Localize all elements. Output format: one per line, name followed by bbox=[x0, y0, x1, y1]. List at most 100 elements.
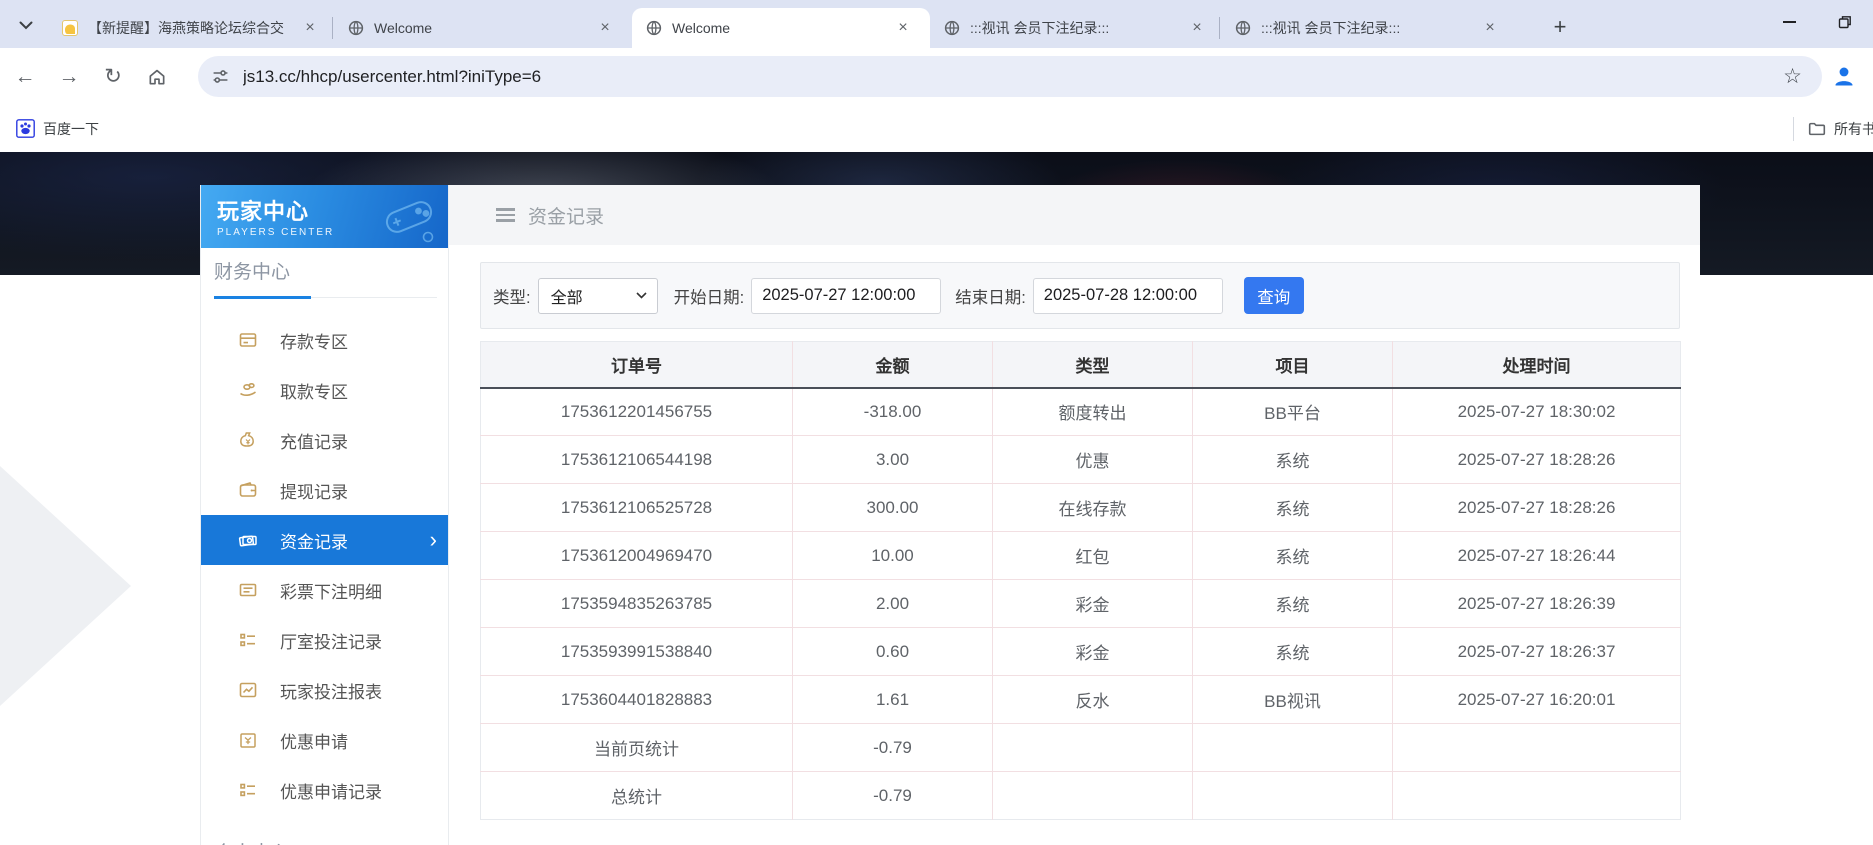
sidebar-item-promo-apply-records[interactable]: 优惠申请记录 bbox=[201, 765, 448, 815]
search-button[interactable]: 查询 bbox=[1243, 277, 1304, 314]
tab-forum[interactable]: 【新提醒】海燕策略论坛综合交 × bbox=[48, 8, 331, 48]
cell-order-no: 1753604401828883 bbox=[480, 675, 793, 724]
site-info-icon[interactable] bbox=[212, 68, 229, 85]
baidu-favicon-icon bbox=[16, 119, 35, 138]
bookmark-label: 百度一下 bbox=[43, 120, 99, 137]
background-watermark bbox=[0, 466, 131, 706]
webpage: 玩家中心 PLAYERS CENTER 财务中心 存款专区 取款专区 充值记录 … bbox=[0, 152, 1873, 845]
globe-favicon-icon bbox=[1235, 20, 1251, 36]
all-bookmarks-button[interactable]: 所有书签 bbox=[1808, 119, 1873, 139]
cell-amount: -0.79 bbox=[792, 771, 993, 820]
restore-button[interactable] bbox=[1817, 0, 1873, 44]
cell-project: BB平台 bbox=[1192, 387, 1393, 436]
page-title: 资金记录 bbox=[528, 206, 605, 228]
column-header: 订单号 bbox=[480, 341, 793, 389]
cell-project: 系统 bbox=[1192, 627, 1393, 676]
tab-welcome-1[interactable]: Welcome × bbox=[334, 8, 632, 48]
cell-order-no: 1753594835263785 bbox=[480, 579, 793, 628]
cell-order-no: 1753612106525728 bbox=[480, 483, 793, 532]
filter-bar: 类型: 全部 开始日期: 结束日期: 查询 bbox=[480, 262, 1680, 329]
tab-search-button[interactable] bbox=[10, 9, 42, 41]
tab-betting-records-1[interactable]: :::视讯 会员下注纪录::: × bbox=[930, 8, 1218, 48]
cell-time bbox=[1392, 723, 1681, 772]
minimize-button[interactable] bbox=[1761, 0, 1817, 44]
sidebar-item-label: 彩票下注明细 bbox=[280, 582, 382, 602]
column-header: 类型 bbox=[992, 341, 1193, 389]
home-icon bbox=[147, 67, 167, 87]
cell-time: 2025-07-27 18:26:44 bbox=[1392, 531, 1681, 580]
section-personal-title: 个人中心 bbox=[214, 829, 437, 845]
chevron-down-icon bbox=[636, 292, 647, 299]
home-button[interactable] bbox=[138, 58, 176, 96]
cell-time: 2025-07-27 18:28:26 bbox=[1392, 435, 1681, 484]
browser-toolbar: ← → ↻ js13.cc/hhcp/usercenter.html?iniTy… bbox=[0, 48, 1873, 105]
cell-type: 优惠 bbox=[992, 435, 1193, 484]
cell-order-no: 当前页统计 bbox=[480, 723, 793, 772]
type-label: 类型: bbox=[493, 288, 531, 307]
profile-button[interactable] bbox=[1825, 57, 1863, 95]
hamburger-icon[interactable] bbox=[496, 208, 515, 222]
sidebar-item-fund-records[interactable]: 资金记录 › bbox=[201, 515, 448, 565]
cell-time: 2025-07-27 18:26:37 bbox=[1392, 627, 1681, 676]
sidebar-item-label: 玩家投注报表 bbox=[280, 682, 382, 702]
cell-amount: 1.61 bbox=[792, 675, 993, 724]
sidebar-item-label: 提现记录 bbox=[280, 482, 348, 502]
back-button[interactable]: ← bbox=[6, 58, 44, 96]
sidebar-item-label: 取款专区 bbox=[280, 382, 348, 402]
sidebar-item-hall-bet-records[interactable]: 厅室投注记录 bbox=[201, 615, 448, 665]
close-icon[interactable]: × bbox=[892, 17, 914, 39]
end-date-input[interactable] bbox=[1032, 277, 1223, 314]
sidebar-item-lottery-bet-details[interactable]: 彩票下注明细 bbox=[201, 565, 448, 615]
sidebar-item-player-bet-report[interactable]: 玩家投注报表 bbox=[201, 665, 448, 715]
cell-amount: 300.00 bbox=[792, 483, 993, 532]
bookmark-baidu[interactable]: 百度一下 bbox=[16, 119, 99, 139]
new-tab-button[interactable]: + bbox=[1545, 12, 1575, 42]
tab-betting-records-2[interactable]: :::视讯 会员下注纪录::: × bbox=[1221, 8, 1511, 48]
close-icon[interactable]: × bbox=[1479, 17, 1501, 39]
start-date-input[interactable] bbox=[751, 277, 942, 314]
url-text[interactable]: js13.cc/hhcp/usercenter.html?iniType=6 bbox=[243, 67, 1777, 87]
sidebar-item-withdraw-zone[interactable]: 取款专区 bbox=[201, 365, 448, 415]
start-date-label: 开始日期: bbox=[673, 288, 745, 307]
tab-title: Welcome bbox=[672, 20, 731, 36]
sidebar: 玩家中心 PLAYERS CENTER 财务中心 存款专区 取款专区 充值记录 … bbox=[200, 185, 449, 845]
tab-strip: 【新提醒】海燕策略论坛综合交 × Welcome × Welcome ×:::… bbox=[0, 0, 1873, 48]
close-icon[interactable]: × bbox=[1186, 17, 1208, 39]
cell-type: 彩金 bbox=[992, 627, 1193, 676]
bookmark-star-icon[interactable]: ☆ bbox=[1777, 64, 1808, 89]
cell-order-no: 总统计 bbox=[480, 771, 793, 820]
sidebar-item-recharge-records[interactable]: 充值记录 bbox=[201, 415, 448, 465]
close-icon[interactable]: × bbox=[594, 17, 616, 39]
deposit-card-icon bbox=[238, 330, 258, 350]
address-bar[interactable]: js13.cc/hhcp/usercenter.html?iniType=6 ☆ bbox=[198, 56, 1822, 97]
divider bbox=[1793, 116, 1794, 141]
type-select[interactable]: 全部 bbox=[537, 277, 658, 314]
cell-order-no: 1753593991538840 bbox=[480, 627, 793, 676]
tab-separator bbox=[332, 17, 333, 39]
forward-button[interactable]: → bbox=[50, 58, 88, 96]
cell-type: 反水 bbox=[992, 675, 1193, 724]
sidebar-item-label: 充值记录 bbox=[280, 432, 348, 452]
sidebar-item-withdrawal-records[interactable]: 提现记录 bbox=[201, 465, 448, 515]
bookmarks-bar: 百度一下 所有书签 bbox=[0, 105, 1873, 152]
browser-chrome: 【新提醒】海燕策略论坛综合交 × Welcome × Welcome ×:::… bbox=[0, 0, 1873, 152]
sidebar-item-label: 存款专区 bbox=[280, 332, 348, 352]
cell-project bbox=[1192, 771, 1393, 820]
cell-time bbox=[1393, 772, 1681, 820]
globe-favicon-icon bbox=[348, 20, 364, 36]
avatar-icon bbox=[1831, 63, 1857, 89]
tab-welcome-active[interactable]: Welcome × bbox=[632, 8, 930, 48]
sidebar-item-deposit-zone[interactable]: 存款专区 bbox=[201, 315, 448, 365]
sidebar-item-promo-apply[interactable]: 优惠申请 bbox=[201, 715, 448, 765]
table-row: 1753593991538840 0.60 彩金 系统 2025-07-27 18:26… bbox=[480, 627, 1681, 676]
cell-project bbox=[1192, 723, 1393, 772]
table-row: 当前页统计 -0.79 bbox=[480, 723, 1681, 772]
gamepad-icon bbox=[378, 191, 440, 243]
document-lines-icon bbox=[238, 580, 258, 600]
table-row: 1753612004969470 10.00 红包 系统 2025-07-27 18:2… bbox=[480, 531, 1681, 580]
sidebar-item-label: 优惠申请记录 bbox=[280, 782, 382, 802]
globe-favicon-icon bbox=[646, 20, 662, 36]
close-icon[interactable]: × bbox=[299, 17, 321, 39]
section-finance-title: 财务中心 bbox=[214, 248, 437, 299]
reload-button[interactable]: ↻ bbox=[94, 58, 132, 96]
